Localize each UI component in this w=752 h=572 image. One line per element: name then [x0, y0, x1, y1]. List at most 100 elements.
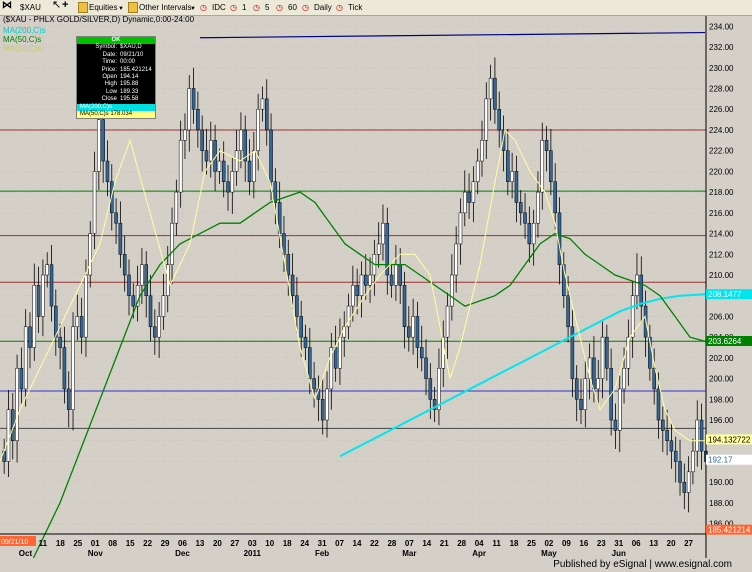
date-tick-label: 18 [510, 539, 519, 548]
legend-ma200: MA(200,C)s [3, 26, 46, 35]
candle-body [36, 285, 41, 317]
footer-text: Published by eSignal | www.esignal.com [553, 559, 732, 570]
date-tick-label: 31 [318, 539, 327, 548]
clock-icon: ◷ [276, 3, 283, 12]
candle-body [252, 150, 256, 183]
price-tick-label: 228.00 [709, 85, 734, 94]
date-tick-label: 22 [143, 539, 152, 548]
candle-body [264, 98, 269, 131]
tooltip-value: 09/21/10 [120, 51, 144, 58]
esignal-window: ⋈ $XAU ↖ + Equities ▼ Other Intervals ▼ … [0, 0, 752, 572]
interval-60[interactable]: 60 [288, 2, 297, 13]
price-tick-label: 196.00 [709, 416, 734, 425]
candle-body [613, 419, 618, 431]
crosshair-icon[interactable]: + [62, 0, 68, 11]
price-axis[interactable]: 234.00 232.00 230.00 228.00 226.00 224.00 222.… [709, 22, 734, 528]
candle-body [338, 336, 342, 369]
candle-body [617, 388, 622, 431]
symbol-field[interactable]: $XAU [20, 2, 41, 13]
month-label: May [541, 549, 557, 558]
candle-body [351, 285, 355, 307]
tooltip-value: 185.421214 [120, 66, 152, 73]
candle-body [450, 274, 454, 307]
candle-body [458, 212, 463, 245]
intervals-dropdown-icon[interactable]: ▼ [190, 4, 196, 15]
tooltip-value: $XAU,D [120, 44, 142, 51]
other-intervals-menu[interactable]: Other Intervals [139, 2, 191, 13]
date-tick-label: 28 [387, 539, 396, 548]
candle-body [157, 316, 161, 338]
date-tick-label: 18 [56, 539, 65, 548]
candle-body [58, 336, 62, 348]
candle-body [506, 150, 510, 183]
interval-daily[interactable]: Daily [314, 2, 332, 13]
folder-icon [128, 2, 138, 13]
tooltip-value: 195.88 [120, 81, 139, 88]
tooltip-header[interactable]: OK [77, 37, 155, 45]
candle-body [153, 326, 157, 338]
price-tag-label: 208.1477 [708, 290, 742, 299]
date-tick-label: 21 [440, 539, 449, 548]
interval-5[interactable]: 5 [265, 2, 269, 13]
date-tick-label: 31 [614, 539, 623, 548]
cursor-icon[interactable]: ↖ [52, 0, 61, 11]
price-tick-label: 212.00 [709, 250, 734, 259]
candle-body [540, 140, 545, 193]
date-tick-label: 11 [492, 539, 501, 548]
interval-idc[interactable]: IDC [212, 2, 226, 13]
date-tick-label: 14 [422, 539, 431, 548]
candle-body [544, 140, 549, 151]
date-tick-label: 20 [667, 539, 676, 548]
legend-ma50: MA(50,C)s [3, 35, 41, 44]
candle-body [308, 347, 312, 379]
tooltip-rows: Symbol: $XAU,D Date: 09/21/10 Time: 00:00 Pric… [77, 44, 155, 103]
tooltip-ma50: MA(50,C)s 178.034 [77, 111, 155, 119]
chart-pin-icon[interactable]: ⋈ [2, 0, 12, 11]
candle-body [661, 419, 665, 431]
interval-1[interactable]: 1 [242, 2, 246, 13]
tooltip-key: Low [105, 88, 117, 95]
date-axis[interactable]: 27 04 11 18 25 01 08 15 22 29 06 13 20 27 03 10 18 24 31 07… [4, 539, 694, 558]
equities-menu[interactable]: Equities [89, 2, 117, 13]
candle-body [695, 419, 699, 452]
candle-body [398, 264, 402, 286]
candle-body [209, 140, 213, 162]
candle-body [579, 399, 583, 410]
candle-body [161, 295, 166, 317]
candle-body [217, 160, 222, 172]
legend-ma10: MA(10,C)s [3, 44, 41, 53]
price-tick-label: 200.00 [709, 375, 734, 384]
candle-body [75, 316, 80, 328]
candle-body [445, 305, 450, 338]
candle-body [665, 430, 669, 442]
candle-body [239, 129, 243, 151]
candle-body [463, 191, 467, 214]
interval-tick[interactable]: Tick [348, 2, 362, 13]
candle-body [488, 77, 493, 100]
candle-body [333, 347, 338, 369]
candle-body [419, 347, 424, 359]
candle-body [114, 212, 118, 224]
equities-dropdown-icon[interactable]: ▼ [118, 4, 124, 15]
candle-body [260, 98, 265, 110]
candle-body [381, 222, 385, 245]
candle-body [66, 388, 71, 410]
price-tick-label: 188.00 [709, 499, 734, 508]
date-tick-label: 25 [73, 539, 82, 548]
date-tick-label: 08 [108, 539, 117, 548]
candle-body [269, 129, 273, 183]
date-tick-label: 01 [91, 539, 100, 548]
price-tags: 208.1477 203.6264 194.132722 192.17 185.4212… [706, 289, 752, 535]
price-tick-label: 190.00 [709, 478, 734, 487]
tooltip-row: High 195.88 [77, 81, 155, 88]
date-tick-label: 04 [475, 539, 484, 548]
footer-bar: Published by eSignal | www.esignal.com [0, 558, 752, 572]
price-tag-label: 203.6264 [708, 337, 742, 346]
candle-body [639, 274, 644, 307]
candle-body [295, 295, 299, 317]
candle-body [493, 77, 497, 110]
candle-body [196, 108, 200, 131]
candle-body [45, 264, 49, 276]
candle-body [97, 119, 101, 172]
price-tick-label: 222.00 [709, 147, 734, 156]
